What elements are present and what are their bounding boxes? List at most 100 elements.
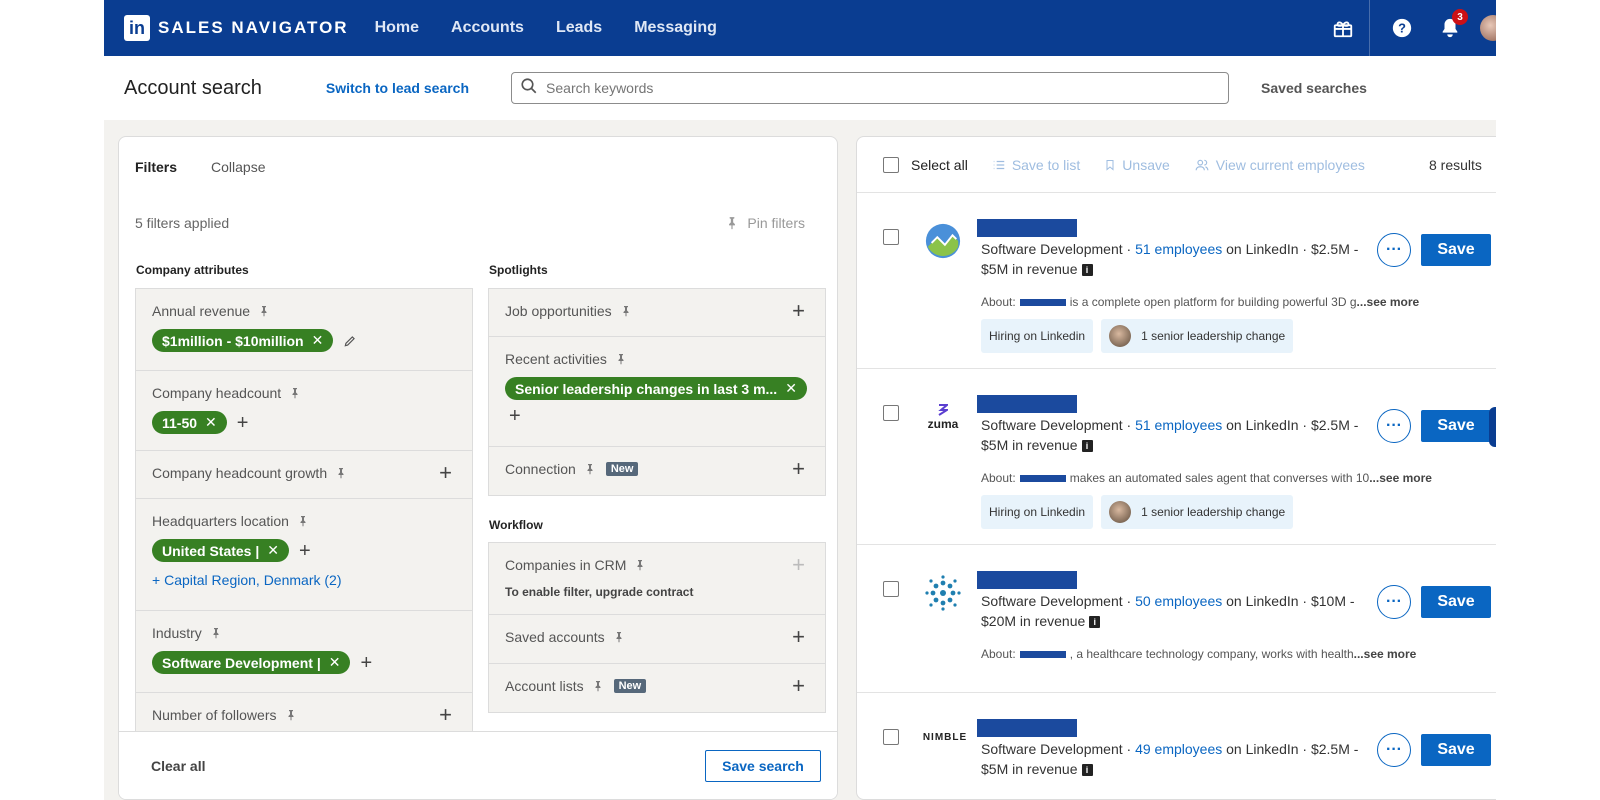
result-row[interactable]: Software Development · 51 employees on L…: [857, 193, 1496, 369]
brand[interactable]: in SALES NAVIGATOR: [124, 15, 349, 41]
save-search-button[interactable]: Save search: [705, 750, 821, 782]
more-options-button[interactable]: ···: [1377, 233, 1411, 267]
see-more-link[interactable]: ...see more: [1369, 471, 1432, 485]
result-row[interactable]: zuma Software Development · 51 employees…: [857, 369, 1496, 545]
row-checkbox[interactable]: [883, 581, 899, 597]
remove-icon[interactable]: ✕: [205, 414, 217, 431]
pin-icon[interactable]: [620, 305, 632, 317]
info-icon[interactable]: i: [1081, 764, 1093, 777]
pin-icon[interactable]: [285, 709, 297, 721]
info-icon[interactable]: i: [1081, 440, 1093, 453]
revenue-chip[interactable]: $1million - $10million ✕: [152, 329, 334, 352]
hiring-tag[interactable]: Hiring on Linkedin: [981, 495, 1094, 529]
select-all-checkbox[interactable]: [883, 156, 899, 173]
industry-chip[interactable]: Software Development | ✕: [152, 651, 351, 674]
filter-job-opportunities[interactable]: Job opportunities +: [489, 289, 825, 337]
add-icon[interactable]: +: [439, 462, 452, 484]
clear-all-button[interactable]: Clear all: [151, 758, 205, 774]
pin-icon[interactable]: [584, 463, 596, 475]
nav-messaging[interactable]: Messaging: [634, 19, 717, 37]
unsave-button[interactable]: Unsave: [1104, 157, 1170, 173]
pin-icon[interactable]: [615, 353, 627, 365]
saved-searches-link[interactable]: Saved searches: [1261, 80, 1367, 96]
side-panel-tab[interactable]: [1489, 407, 1496, 447]
nav-accounts[interactable]: Accounts: [451, 19, 524, 37]
add-region-link[interactable]: + Capital Region, Denmark (2): [152, 572, 456, 588]
headcount-chip[interactable]: 11-50 ✕: [152, 411, 227, 434]
filter-connection[interactable]: Connection New +: [489, 447, 825, 495]
add-icon[interactable]: +: [792, 626, 805, 648]
help-icon[interactable]: ?: [1386, 12, 1418, 44]
search-box[interactable]: [511, 72, 1230, 104]
add-icon[interactable]: +: [509, 406, 521, 426]
filter-headcount-growth[interactable]: Company headcount growth +: [136, 451, 472, 499]
save-button[interactable]: Save: [1421, 234, 1491, 266]
company-name-redacted[interactable]: [977, 719, 1077, 737]
company-name-redacted[interactable]: [977, 395, 1077, 413]
pin-icon[interactable]: [592, 680, 604, 692]
save-to-list-button[interactable]: Save to list: [992, 157, 1080, 173]
edit-icon[interactable]: [343, 334, 357, 348]
view-employees-button[interactable]: View current employees: [1194, 157, 1365, 173]
bell-icon[interactable]: 3: [1434, 9, 1468, 44]
filter-saved-accounts[interactable]: Saved accounts +: [489, 615, 825, 664]
employees-link[interactable]: 51 employees: [1135, 241, 1222, 257]
row-checkbox[interactable]: [883, 405, 899, 421]
filter-company-headcount[interactable]: Company headcount 11-50 ✕ +: [136, 371, 472, 451]
hiring-tag[interactable]: Hiring on Linkedin: [981, 319, 1094, 353]
employees-link[interactable]: 49 employees: [1135, 741, 1222, 757]
location-chip[interactable]: United States | ✕: [152, 539, 290, 562]
row-checkbox[interactable]: [883, 729, 899, 745]
save-button[interactable]: Save: [1421, 734, 1491, 766]
filter-industry[interactable]: Industry Software Development | ✕ +: [136, 611, 472, 693]
switch-to-lead-search-link[interactable]: Switch to lead search: [326, 80, 469, 96]
nav-home[interactable]: Home: [375, 19, 419, 37]
pin-icon[interactable]: [210, 627, 222, 639]
filter-account-lists[interactable]: Account lists New +: [489, 664, 825, 712]
employees-link[interactable]: 50 employees: [1135, 593, 1222, 609]
add-icon[interactable]: +: [792, 300, 805, 322]
add-icon[interactable]: +: [237, 413, 249, 433]
save-button[interactable]: Save: [1421, 586, 1491, 618]
info-icon[interactable]: i: [1081, 264, 1093, 277]
filter-headquarters-location[interactable]: Headquarters location United States | ✕ +…: [136, 499, 472, 611]
gift-icon[interactable]: [1327, 12, 1359, 44]
more-options-button[interactable]: ···: [1377, 409, 1411, 443]
company-name-redacted[interactable]: [977, 219, 1077, 237]
user-avatar[interactable]: [1480, 15, 1496, 41]
row-checkbox[interactable]: [883, 229, 899, 245]
employees-link[interactable]: 51 employees: [1135, 417, 1222, 433]
pin-icon[interactable]: [335, 467, 347, 479]
nav-leads[interactable]: Leads: [556, 19, 602, 37]
leadership-change-tag[interactable]: 1 senior leadership change: [1101, 319, 1294, 353]
remove-icon[interactable]: ✕: [312, 332, 324, 349]
info-icon[interactable]: i: [1089, 616, 1101, 629]
pin-icon[interactable]: [613, 631, 625, 643]
result-row[interactable]: NIMBLE Software Development · 49 employe…: [857, 693, 1496, 799]
remove-icon[interactable]: ✕: [267, 542, 279, 559]
add-icon[interactable]: +: [299, 541, 311, 561]
tab-filters[interactable]: Filters: [135, 159, 177, 175]
remove-icon[interactable]: ✕: [329, 654, 341, 671]
save-button[interactable]: Save: [1421, 410, 1491, 442]
add-icon[interactable]: +: [360, 653, 372, 673]
tab-collapse[interactable]: Collapse: [211, 159, 265, 175]
remove-icon[interactable]: ✕: [785, 380, 797, 397]
more-options-button[interactable]: ···: [1377, 585, 1411, 619]
see-more-link[interactable]: ...see more: [1357, 295, 1420, 309]
company-name-redacted[interactable]: [977, 571, 1077, 589]
add-icon[interactable]: +: [439, 704, 452, 726]
leadership-change-tag[interactable]: 1 senior leadership change: [1101, 495, 1294, 529]
pin-icon[interactable]: [297, 515, 309, 527]
see-more-link[interactable]: ...see more: [1354, 647, 1417, 661]
filter-recent-activities[interactable]: Recent activities Senior leadership chan…: [489, 337, 825, 447]
select-all[interactable]: Select all: [883, 156, 968, 173]
pin-filters-button[interactable]: Pin filters: [725, 215, 805, 231]
result-row[interactable]: Software Development · 50 employees on L…: [857, 545, 1496, 693]
more-options-button[interactable]: ···: [1377, 733, 1411, 767]
pin-icon[interactable]: [258, 305, 270, 317]
search-input[interactable]: [546, 80, 1207, 96]
pin-icon[interactable]: [289, 387, 301, 399]
add-icon[interactable]: +: [792, 458, 805, 480]
recent-activity-chip[interactable]: Senior leadership changes in last 3 m...…: [505, 377, 807, 400]
